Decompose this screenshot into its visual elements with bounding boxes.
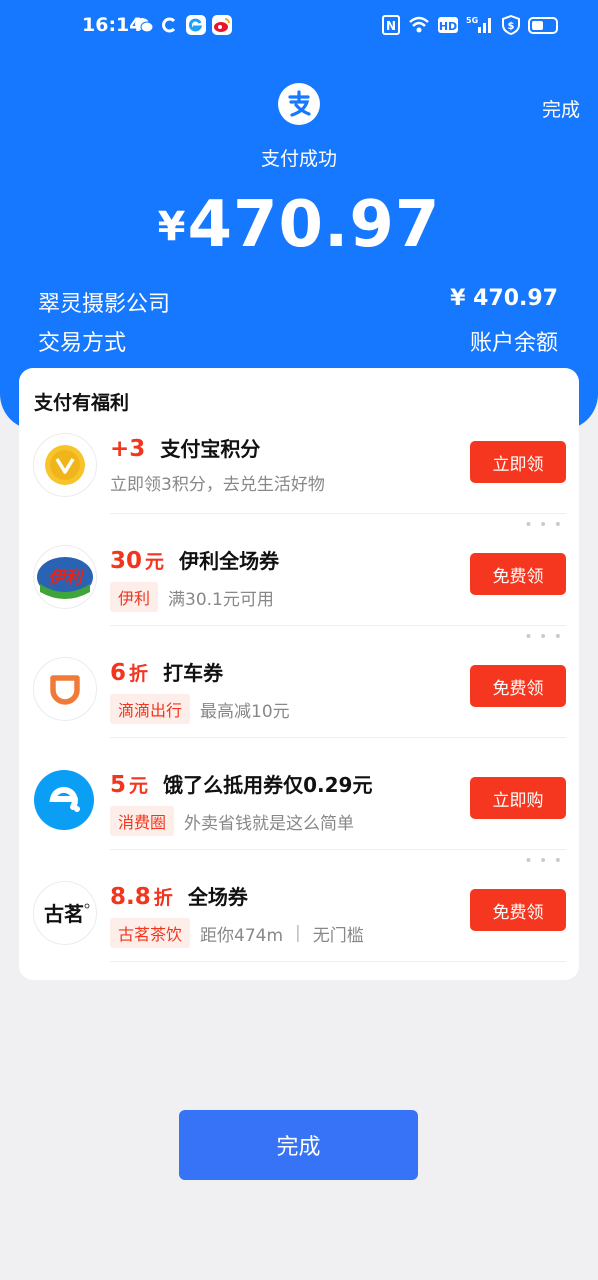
benefit-name: 全场券	[187, 885, 248, 909]
benefit-item: • • • 6折 打车券 滴滴出行 最高减10元 免费领	[19, 629, 579, 769]
merchant-row: 翠灵摄影公司 ¥ 470.97	[38, 286, 558, 318]
benefit-condition: 无门槛	[312, 925, 364, 946]
svg-text:古茗: 古茗	[44, 902, 84, 926]
buy-eleme-button[interactable]: 立即购	[470, 777, 566, 819]
benefit-name: 打车券	[163, 661, 224, 685]
payment-shield-icon: $	[502, 15, 520, 35]
system-status-icons: N HD 5G $	[382, 15, 558, 35]
method-value: 账户余额	[469, 331, 558, 356]
svg-text:5G: 5G	[466, 16, 478, 25]
notification-icons	[134, 15, 232, 35]
separator: |	[295, 923, 301, 943]
benefits-card: 支付有福利 +3 支付宝积分 立即领3积分，去兑生活好物 立即领 • • • 伊…	[19, 368, 579, 980]
yili-logo: 伊利	[33, 545, 97, 609]
payment-method-row: 交易方式 账户余额	[38, 325, 558, 357]
benefit-desc: 立即领3积分，去兑生活好物	[110, 475, 325, 495]
done-button[interactable]: 完成	[179, 1110, 418, 1180]
hd-icon: HD	[438, 15, 458, 35]
claim-didi-button[interactable]: 免费领	[470, 665, 566, 707]
divider	[110, 513, 566, 514]
divider	[110, 625, 566, 626]
status-bar: 16:14 N HD 5G $	[0, 0, 598, 52]
divider	[110, 737, 566, 738]
wifi-icon	[408, 15, 430, 35]
benefit-value: 8.8	[110, 884, 151, 910]
benefit-unit: 折	[129, 663, 149, 685]
battery-icon	[528, 16, 558, 34]
svg-text:$: $	[508, 21, 515, 32]
benefit-desc: 最高减10元	[200, 701, 290, 722]
merchant-tag: 滴滴出行	[110, 694, 191, 724]
benefit-item: +3 支付宝积分 立即领3积分，去兑生活好物 立即领	[19, 433, 579, 545]
benefit-value: +3	[110, 436, 146, 462]
payment-success-screen: 16:14 N HD 5G $ 完成 支付成功 ¥470.97 翠灵摄影公司 ¥…	[0, 0, 598, 1280]
benefit-distance: 距你474m	[200, 925, 284, 946]
wechat-icon	[134, 15, 154, 35]
didi-logo	[33, 657, 97, 721]
more-options-icon[interactable]: • • •	[524, 853, 563, 869]
benefit-name: 支付宝积分	[160, 437, 261, 461]
amount-value: 470.97	[187, 188, 441, 262]
payment-status: 支付成功	[260, 148, 337, 170]
more-options-icon[interactable]: • • •	[524, 517, 563, 533]
method-label: 交易方式	[38, 331, 127, 356]
merchant-tag: 伊利	[110, 582, 159, 612]
merchant-tag: 古茗茶饮	[110, 918, 191, 948]
benefits-title: 支付有福利	[34, 392, 130, 414]
browser-app-icon	[186, 15, 206, 35]
done-top-button[interactable]: 完成	[542, 95, 580, 122]
more-options-icon[interactable]: • • •	[524, 629, 563, 645]
claim-guming-button[interactable]: 免费领	[470, 889, 566, 931]
benefit-name: 伊利全场券	[179, 549, 280, 573]
benefit-unit: 折	[153, 887, 173, 909]
weibo-icon	[212, 15, 232, 35]
merchant-amount: ¥ 470.97	[450, 286, 558, 311]
benefit-value: 6	[110, 660, 127, 686]
benefit-unit: 元	[129, 775, 149, 797]
guming-logo: 古茗	[33, 881, 97, 945]
signal-icon: 5G	[466, 15, 494, 35]
divider	[110, 849, 566, 850]
svg-text:N: N	[386, 19, 396, 33]
merchant-name: 翠灵摄影公司	[38, 292, 171, 317]
benefit-value: 30	[110, 548, 143, 574]
svg-text:伊利: 伊利	[48, 568, 85, 588]
benefit-item: • • • 伊利 30 元 伊利全场券 伊利 满30.1元可用 免费领	[19, 517, 579, 657]
benefit-value: 5	[110, 772, 127, 798]
benefit-desc: 外卖省钱就是这么简单	[184, 813, 355, 834]
app-c-icon	[160, 15, 180, 35]
claim-points-button[interactable]: 立即领	[470, 441, 566, 483]
nfc-icon: N	[382, 15, 400, 35]
benefit-unit: 元	[145, 551, 165, 573]
claim-yili-button[interactable]: 免费领	[470, 553, 566, 595]
payment-amount: ¥470.97	[0, 188, 598, 262]
merchant-tag: 消费圈	[110, 806, 175, 836]
alipay-logo	[278, 83, 320, 125]
svg-text:HD: HD	[439, 20, 457, 33]
benefit-name: 饿了么抵用券仅0.29元	[163, 773, 373, 797]
coin-icon	[33, 433, 97, 497]
benefit-item: 5元 饿了么抵用券仅0.29元 消费圈 外卖省钱就是这么简单 立即购	[19, 769, 579, 881]
currency-symbol: ¥	[157, 204, 186, 250]
eleme-logo	[33, 769, 95, 831]
benefit-desc: 满30.1元可用	[168, 589, 274, 610]
benefit-item: • • • 古茗 8.8 折 全场券 古茗茶饮 距你474m | 无门槛 免费领	[19, 853, 579, 993]
divider	[110, 961, 566, 962]
